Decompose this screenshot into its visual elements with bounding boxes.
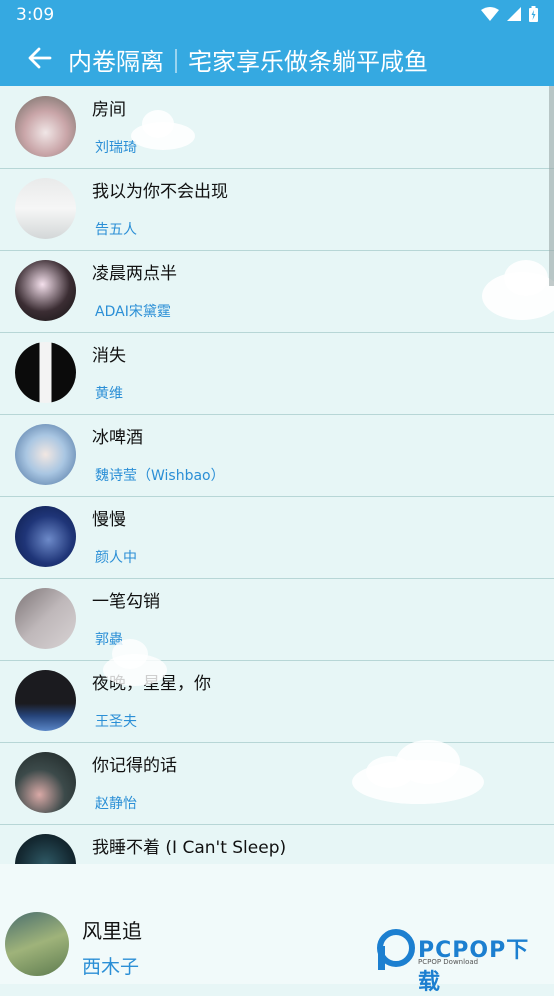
song-row[interactable]: 我以为你不会出现 告五人 [0,168,554,251]
song-artist: 魏诗莹（Wishbao） [95,468,225,484]
song-row[interactable]: 房间 刘瑞琦 [0,86,554,169]
song-artist: 郭蟲 [95,632,123,648]
song-title: 我睡不着 (I Can't Sleep) [92,838,287,858]
battery-icon [529,6,538,22]
wifi-icon [481,7,499,21]
scrollbar[interactable] [549,86,554,286]
album-cover [15,506,76,567]
page-title: 内卷隔离｜宅家享乐做条躺平咸鱼 [68,48,428,76]
song-title: 凌晨两点半 [92,264,177,284]
song-artist: 刘瑞琦 [95,140,137,156]
back-button[interactable] [24,40,56,76]
song-row[interactable]: 一笔勾销 郭蟲 [0,578,554,661]
song-title: 房间 [92,100,126,120]
song-artist: 赵静怡 [95,796,137,812]
song-artist: 颜人中 [95,550,137,566]
song-artist: ADAI宋黛霆 [95,304,171,320]
album-cover [15,96,76,157]
song-title: 一笔勾销 [92,592,160,612]
song-title: 你记得的话 [92,756,177,776]
signal-icon [507,7,521,21]
album-cover [15,260,76,321]
song-title: 冰啤酒 [92,428,143,448]
arrow-left-icon [28,47,52,69]
watermark-subtitle: PCPOP Download [418,958,479,966]
album-cover [15,834,76,864]
song-row[interactable]: 凌晨两点半 ADAI宋黛霆 [0,250,554,333]
song-title: 我以为你不会出现 [92,182,228,202]
song-title: 夜晚，星星，你 [92,674,211,694]
song-row[interactable]: 冰啤酒 魏诗莹（Wishbao） [0,414,554,497]
album-cover [15,342,76,403]
album-cover [15,752,76,813]
song-row[interactable]: 你记得的话 赵静怡 [0,742,554,825]
song-row[interactable]: 夜晚，星星，你 王圣夫 [0,660,554,743]
song-title: 慢慢 [92,510,126,530]
song-artist: 告五人 [95,222,137,238]
now-playing-artist: 西木子 [82,956,140,978]
watermark-logo: PCPOP下载 PCPOP Download [376,928,546,995]
album-cover [15,424,76,485]
pcpop-logo-icon [377,929,415,970]
song-title: 消失 [92,346,126,366]
album-cover [15,178,76,239]
song-row[interactable]: 慢慢 颜人中 [0,496,554,579]
now-playing-title: 风里追 [82,919,142,943]
status-icons [481,6,538,22]
song-artist: 黄维 [95,386,123,402]
album-cover [15,588,76,649]
song-list[interactable]: 房间 刘瑞琦 我以为你不会出现 告五人 凌晨两点半 ADAI宋黛霆 消失 黄维 … [0,86,554,864]
app-bar: 内卷隔离｜宅家享乐做条躺平咸鱼 [0,30,554,86]
now-playing-cover [5,912,69,976]
song-row[interactable]: 我睡不着 (I Can't Sleep) [0,824,554,864]
status-bar: 3:09 [0,0,554,30]
song-row[interactable]: 消失 黄维 [0,332,554,415]
status-time: 3:09 [16,5,55,25]
album-cover [15,670,76,731]
song-artist: 王圣夫 [95,714,137,730]
